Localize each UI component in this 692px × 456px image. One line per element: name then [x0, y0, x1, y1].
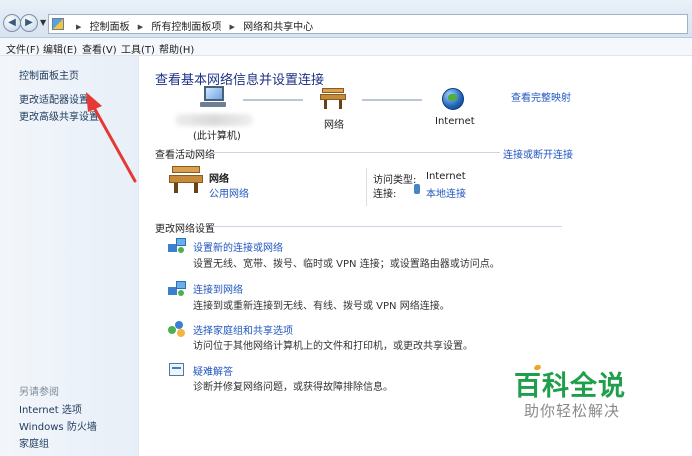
access-type-label: 访问类型: — [373, 175, 417, 186]
sidebar-item-advanced-sharing[interactable]: 更改高级共享设置 — [19, 108, 99, 123]
internet-globe-icon — [442, 88, 464, 110]
connection-line — [362, 99, 422, 101]
sidebar-item-firewall[interactable]: Windows 防火墙 — [19, 418, 97, 433]
history-dropdown-icon[interactable]: ▼ — [40, 18, 46, 27]
menu-bar: 文件(F) 编辑(E) 查看(V) 工具(T) 帮助(H) — [0, 38, 692, 56]
menu-tools[interactable]: 工具(T) — [121, 41, 155, 56]
network-caption: 网络 — [324, 120, 344, 131]
breadcrumb-item[interactable]: 控制面板 — [90, 22, 130, 33]
network-bench-icon — [320, 88, 346, 110]
local-connection-link[interactable]: 本地连接 — [426, 185, 466, 200]
computer-name-redacted — [175, 114, 253, 126]
see-also-heading: 另请参阅 — [19, 387, 59, 398]
arrow-right-icon: ▶ — [25, 17, 33, 28]
chevron-right-icon: ▶ — [229, 23, 235, 31]
sidebar-item-internet-options[interactable]: Internet 选项 — [19, 401, 82, 416]
divider — [210, 226, 562, 227]
forward-button[interactable]: ▶ — [20, 14, 38, 32]
computer-icon — [200, 86, 226, 108]
connection-label: 连接: — [373, 189, 397, 200]
troubleshoot-icon — [168, 362, 186, 378]
back-button[interactable]: ◀ — [3, 14, 21, 32]
task-description: 访问位于其他网络计算机上的文件和打印机，或更改共享设置。 — [193, 341, 473, 352]
sidebar-item-home[interactable]: 控制面板主页 — [19, 67, 79, 82]
full-map-link[interactable]: 查看完整映射 — [511, 89, 571, 104]
address-bar: ◀ ▶ ▼ ▶ 控制面板 ▶ 所有控制面板项 ▶ 网络和共享中心 — [0, 0, 692, 38]
connect-disconnect-link[interactable]: 连接或断开连接 — [503, 146, 573, 161]
chevron-right-icon: ▶ — [137, 23, 144, 31]
watermark-logo: 百科全说 — [514, 371, 626, 402]
breadcrumb-path: ▶ 控制面板 ▶ 所有控制面板项 ▶ 网络和共享中心 — [71, 18, 313, 33]
task-description: 设置无线、宽带、拨号、临时或 VPN 连接；或设置路由器或访问点。 — [193, 259, 500, 270]
connect-network-icon — [168, 281, 186, 297]
divider — [210, 152, 500, 153]
breadcrumb[interactable]: ▶ 控制面板 ▶ 所有控制面板项 ▶ 网络和共享中心 — [48, 14, 688, 34]
new-connection-icon — [168, 238, 186, 254]
homegroup-icon — [168, 321, 186, 337]
sidebar-item-adapter-settings[interactable]: 更改适配器设置 — [19, 91, 89, 106]
computer-caption: (此计算机) — [193, 131, 241, 142]
task-description: 连接到或重新连接到无线、有线、拨号或 VPN 网络连接。 — [193, 301, 450, 312]
task-homegroup-sharing[interactable]: 选择家庭组和共享选项 — [193, 322, 293, 337]
menu-file[interactable]: 文件(F) — [6, 41, 40, 56]
menu-view[interactable]: 查看(V) — [82, 41, 117, 56]
watermark-subtitle: 助你轻松解决 — [524, 402, 621, 420]
active-network-heading: 查看活动网络 — [155, 150, 215, 161]
breadcrumb-item[interactable]: 网络和共享中心 — [243, 22, 313, 33]
access-type-value: Internet — [426, 171, 466, 182]
divider — [366, 168, 367, 206]
arrow-left-icon: ◀ — [8, 17, 16, 28]
chevron-right-icon: ▶ — [76, 23, 82, 31]
internet-caption: Internet — [435, 116, 475, 127]
active-network-name: 网络 — [209, 174, 229, 185]
sidebar-item-homegroup[interactable]: 家庭组 — [19, 435, 49, 450]
change-settings-heading: 更改网络设置 — [155, 224, 215, 235]
task-description: 诊断并修复网络问题，或获得故障排除信息。 — [193, 382, 393, 393]
network-bench-icon — [169, 165, 203, 193]
lan-plug-icon — [414, 184, 420, 194]
menu-help[interactable]: 帮助(H) — [159, 41, 194, 56]
task-setup-connection[interactable]: 设置新的连接或网络 — [193, 239, 283, 254]
menu-edit[interactable]: 编辑(E) — [43, 41, 77, 56]
control-panel-icon — [52, 18, 64, 30]
task-troubleshoot[interactable]: 疑难解答 — [193, 363, 233, 378]
page-title: 查看基本网络信息并设置连接 — [155, 73, 325, 88]
breadcrumb-item[interactable]: 所有控制面板项 — [151, 22, 221, 33]
network-type-link[interactable]: 公用网络 — [209, 185, 249, 200]
connection-line — [243, 99, 303, 101]
task-connect-network[interactable]: 连接到网络 — [193, 281, 243, 296]
